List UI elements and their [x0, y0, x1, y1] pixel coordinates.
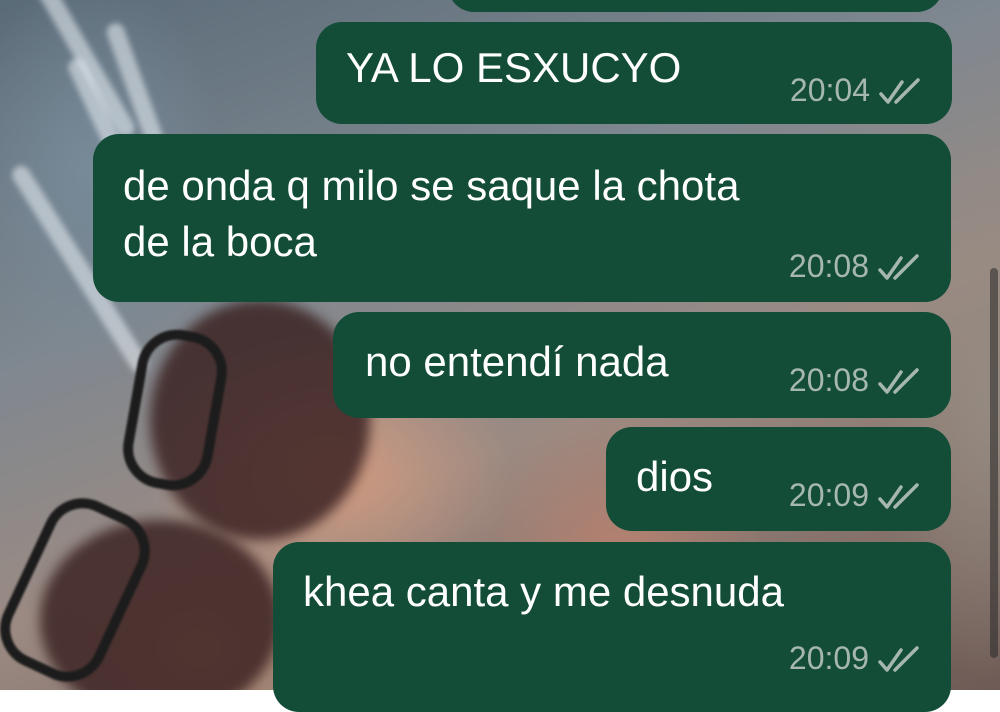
- message-time: 20:08: [788, 248, 869, 284]
- read-double-check-icon: [878, 482, 919, 509]
- message-bubble[interactable]: khea canta y me desnuda 20:09: [273, 542, 951, 712]
- message-text: no entendí nada: [365, 338, 669, 385]
- message-time: 20:08: [788, 362, 869, 398]
- message-time: 20:09: [788, 477, 869, 513]
- read-double-check-icon: [878, 367, 919, 394]
- message-meta: 20:04: [790, 72, 924, 109]
- message-text: YA LO ESXUCYO: [346, 44, 682, 91]
- message-bubble[interactable]: YA LO ESXUCYO 20:04: [316, 22, 952, 124]
- message-time: 20:04: [789, 72, 870, 108]
- message-text: dios: [636, 453, 714, 500]
- message-meta: 20:09: [789, 640, 923, 677]
- message-bubble[interactable]: de onda q milo se saque la chota de la b…: [93, 134, 951, 302]
- message-meta: 20:09: [789, 477, 923, 514]
- read-double-check-icon: [878, 645, 919, 672]
- message-meta: 20:08: [789, 362, 923, 399]
- read-double-check-icon: [879, 77, 920, 104]
- message-text: de onda q milo se saque la chota de la b…: [123, 162, 740, 265]
- message-time: 20:09: [788, 640, 869, 676]
- message-meta: 20:08: [789, 248, 923, 285]
- message-bubble[interactable]: no entendí nada 20:08: [333, 312, 951, 418]
- scrollbar[interactable]: [990, 268, 998, 658]
- message-text: khea canta y me desnuda: [303, 568, 784, 615]
- read-double-check-icon: [878, 253, 919, 280]
- message-bubble[interactable]: dios 20:09: [606, 427, 951, 531]
- message-bubble-partial[interactable]: [448, 0, 943, 12]
